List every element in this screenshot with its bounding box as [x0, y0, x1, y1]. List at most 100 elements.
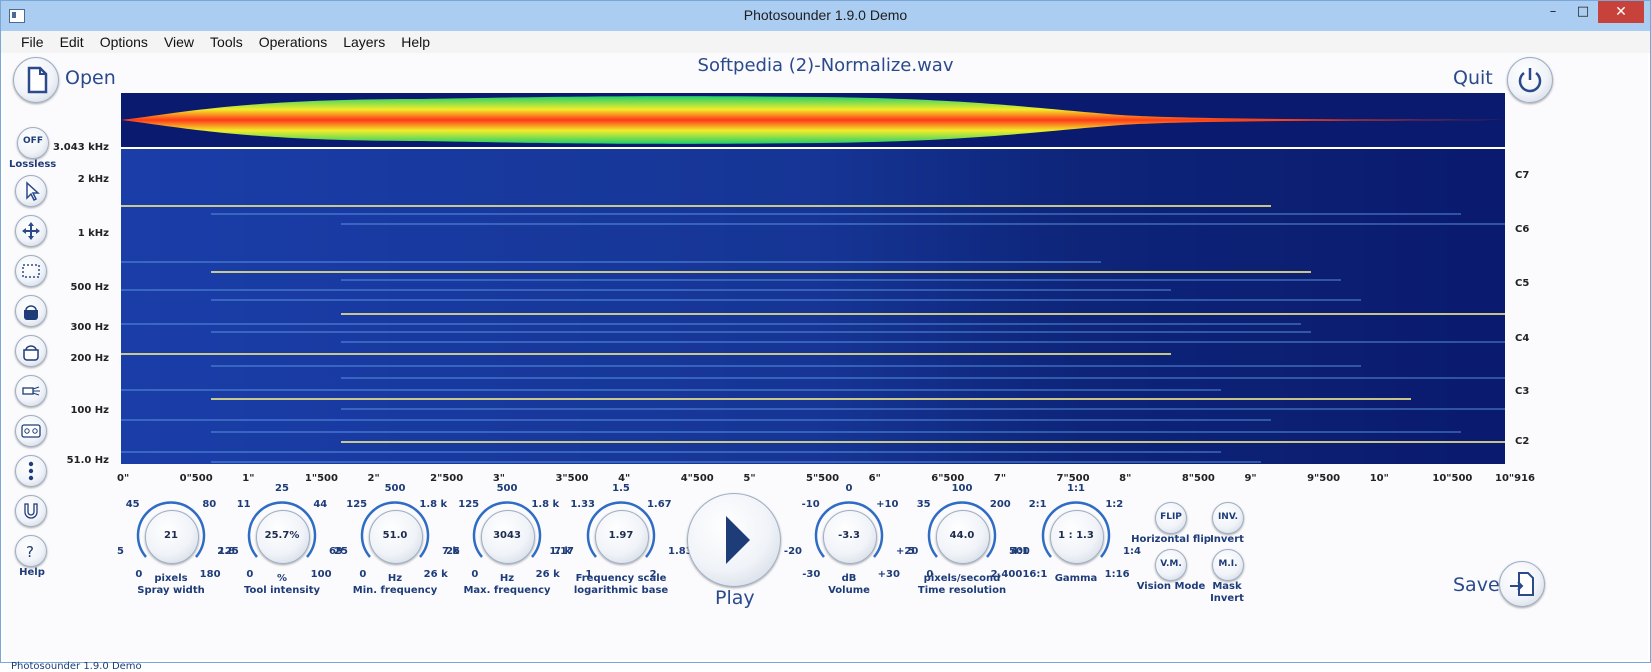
mask-invert-label: Mask Invert	[1210, 581, 1244, 604]
time-label: 10"	[1369, 473, 1389, 484]
knob-scale-label: 1.17	[549, 546, 574, 558]
knob-caption: Time resolution	[917, 585, 1007, 596]
knob-scale-label: 4:1	[1011, 546, 1029, 558]
knob-value: 3043	[493, 530, 521, 541]
maximize-button[interactable]: □	[1568, 1, 1598, 23]
harmonic-line	[341, 408, 1505, 410]
harmonic-line	[211, 461, 1261, 463]
file-title: Softpedia (2)-Normalize.wav	[697, 55, 954, 76]
select-tool[interactable]	[15, 255, 47, 287]
harmonic-line	[341, 377, 1505, 379]
knob-scale-label: 5	[908, 546, 915, 558]
knob-caption: logarithmic base	[573, 585, 669, 596]
magnet-icon	[24, 503, 38, 519]
help-label: Help	[19, 567, 45, 578]
play-button[interactable]	[687, 493, 781, 587]
menu-file[interactable]: File	[13, 31, 52, 50]
svg-text:?: ?	[26, 543, 34, 561]
harmonic-line	[341, 341, 1505, 343]
menu-view[interactable]: View	[156, 31, 202, 50]
time-label: 0"500	[179, 473, 213, 484]
menu-edit[interactable]: Edit	[52, 31, 92, 50]
lossless-button-text: OFF	[23, 136, 43, 146]
invert-button-text: INV.	[1217, 512, 1239, 522]
time-label: 2"500	[430, 473, 464, 484]
time-label: 8"500	[1181, 473, 1215, 484]
close-button[interactable]: ✕	[1598, 1, 1644, 23]
note-label-c3: C3	[1515, 386, 1530, 397]
knob-scale-label: 500	[384, 482, 406, 494]
knob-value: 21	[164, 530, 178, 541]
spray-tool[interactable]	[15, 375, 47, 407]
vision-mode-label: Vision Mode	[1136, 581, 1206, 592]
play-label: Play	[715, 587, 755, 609]
menu-bar: File Edit Options View Tools Operations …	[1, 31, 1650, 53]
spray-icon	[22, 386, 40, 396]
knob-unit: Gamma	[1054, 573, 1098, 584]
freq-label-2k: 2 kHz	[77, 174, 109, 185]
save-export-icon	[1510, 572, 1534, 596]
knob-scale-label: 1:1	[1067, 482, 1085, 494]
harmonic-line	[121, 419, 1271, 421]
bucket-tool[interactable]	[15, 335, 47, 367]
menu-layers[interactable]: Layers	[335, 31, 393, 50]
move-tool[interactable]	[15, 215, 47, 247]
knob-scale-label: 25	[334, 546, 348, 558]
time-label: 8"	[1119, 473, 1132, 484]
quit-button[interactable]	[1507, 57, 1553, 103]
freq-label-1k: 1 kHz	[77, 228, 109, 239]
freq-label-100: 100 Hz	[70, 405, 109, 416]
bucket-icon	[23, 345, 39, 361]
knob-scale-label: 2.8	[217, 546, 235, 558]
harmonic-line	[211, 331, 1311, 333]
invert-toggle[interactable]: INV.	[1212, 502, 1244, 534]
bucket-fill-icon	[24, 305, 38, 320]
time-label: 3"500	[555, 473, 589, 484]
time-label: 5"	[743, 473, 756, 484]
note-label-c2: C2	[1515, 436, 1530, 447]
harmonic-line	[211, 213, 1461, 215]
freq-label-3043: 3.043 kHz	[53, 142, 109, 153]
menu-help[interactable]: Help	[393, 31, 438, 50]
lossless-label: Lossless	[9, 159, 57, 170]
mask-invert-toggle[interactable]: M.I.	[1212, 549, 1244, 581]
save-label[interactable]: Save	[1453, 574, 1500, 596]
cassette-icon	[21, 424, 41, 438]
power-icon	[1518, 68, 1542, 93]
help-button[interactable]: ?	[15, 535, 47, 567]
harmonic-line	[211, 365, 1361, 367]
title-bar: Photosounder 1.9.0 Demo – □ ✕	[1, 1, 1650, 31]
fill-tool[interactable]	[15, 295, 47, 327]
lossless-toggle[interactable]: OFF	[17, 127, 49, 159]
harmonic-line	[341, 279, 1341, 281]
save-button[interactable]	[1499, 561, 1545, 607]
more-tools-button[interactable]	[15, 455, 47, 487]
knob-scale-label: 0	[845, 482, 853, 494]
harmonic-line	[341, 313, 1505, 315]
knob-value: 44.0	[949, 530, 975, 541]
pointer-tool[interactable]	[15, 175, 47, 207]
minimize-button[interactable]: –	[1538, 1, 1568, 23]
cassette-tool[interactable]	[15, 415, 47, 447]
spectrogram[interactable]	[121, 93, 1505, 464]
vision-mode-toggle[interactable]: V.M.	[1155, 549, 1187, 581]
note-label-c7: C7	[1515, 170, 1530, 181]
spectrum-panel	[121, 149, 1505, 464]
note-label-c5: C5	[1515, 278, 1530, 289]
flip-toggle[interactable]: FLIP	[1155, 502, 1187, 534]
quit-label[interactable]: Quit	[1453, 67, 1493, 89]
harmonic-line	[121, 205, 1271, 207]
cursor-icon	[26, 181, 40, 202]
harmonic-line	[211, 431, 1461, 433]
knob-scale-label: 25	[275, 482, 289, 494]
menu-operations[interactable]: Operations	[251, 31, 335, 50]
menu-tools[interactable]: Tools	[202, 31, 251, 50]
knob-scale-label: 100	[951, 482, 973, 494]
knob-scale-label: 5	[117, 546, 124, 558]
harmonic-line	[121, 353, 1171, 355]
main-area: Open Softpedia (2)-Normalize.wav Quit OF…	[3, 53, 1648, 672]
menu-options[interactable]: Options	[92, 31, 156, 50]
magnet-tool[interactable]	[15, 495, 47, 527]
move-icon	[22, 222, 40, 240]
harmonic-line	[121, 289, 1171, 291]
